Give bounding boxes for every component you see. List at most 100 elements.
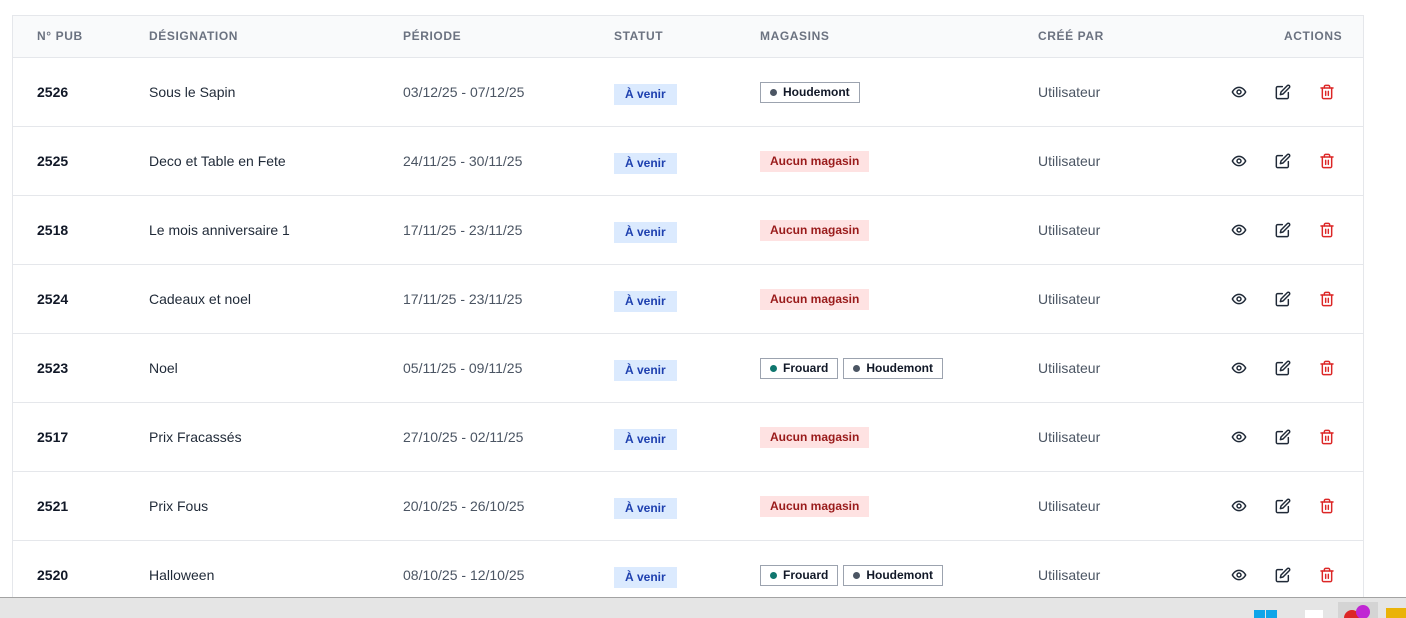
- status-cell: À venir: [614, 403, 677, 471]
- stores-cell: Frouard Houdemont: [760, 334, 943, 402]
- edit-button[interactable]: [1261, 145, 1305, 177]
- no-store-badge: Aucun magasin: [760, 150, 870, 172]
- delete-button[interactable]: [1305, 421, 1349, 453]
- store-chip: Houdemont: [843, 564, 943, 586]
- pub-number: 2517: [37, 429, 69, 445]
- table-row[interactable]: 2521 Prix Fous 20/10/25 - 26/10/25 À ven…: [13, 472, 1363, 541]
- delete-button[interactable]: [1305, 352, 1349, 384]
- store-dot-icon: [853, 364, 861, 372]
- status-badge: À venir: [614, 566, 677, 588]
- status-cell: À venir: [614, 127, 677, 195]
- stores-cell: Aucun magasin: [760, 265, 870, 333]
- row-actions: [1217, 334, 1349, 402]
- store-dot-icon: [770, 364, 777, 372]
- designation: Deco et Table en Fete: [149, 153, 286, 169]
- folder-icon[interactable]: [1386, 606, 1406, 618]
- view-button[interactable]: [1217, 283, 1261, 315]
- delete-button[interactable]: [1305, 490, 1349, 522]
- status-badge: À venir: [614, 428, 677, 450]
- pub-number: 2518: [37, 222, 69, 238]
- table-row[interactable]: 2526 Sous le Sapin 03/12/25 - 07/12/25 À…: [13, 58, 1363, 127]
- trash-icon: [1319, 498, 1335, 514]
- status-cell: À venir: [614, 472, 677, 540]
- status-badge: À venir: [614, 290, 677, 312]
- period: 24/11/25 - 30/11/25: [403, 153, 523, 169]
- edit-icon: [1275, 291, 1291, 307]
- store-chip: Frouard: [760, 564, 839, 586]
- edit-icon: [1275, 429, 1291, 445]
- status-badge: À venir: [614, 221, 677, 243]
- taskbar-profile-icon[interactable]: [1338, 602, 1378, 618]
- status-cell: À venir: [614, 265, 677, 333]
- delete-button[interactable]: [1305, 559, 1349, 591]
- stores-cell: Aucun magasin: [760, 196, 870, 264]
- eye-icon: [1231, 567, 1247, 583]
- edit-icon: [1275, 222, 1291, 238]
- edit-button[interactable]: [1261, 490, 1305, 522]
- trash-icon: [1319, 429, 1335, 445]
- view-button[interactable]: [1217, 352, 1261, 384]
- table-row[interactable]: 2518 Le mois anniversaire 1 17/11/25 - 2…: [13, 196, 1363, 265]
- eye-icon: [1231, 153, 1247, 169]
- store-dot-icon: [770, 571, 777, 579]
- table-row[interactable]: 2524 Cadeaux et noel 17/11/25 - 23/11/25…: [13, 265, 1363, 334]
- delete-button[interactable]: [1305, 145, 1349, 177]
- created-by: Utilisateur: [1038, 291, 1101, 307]
- edit-icon: [1275, 153, 1291, 169]
- header-status[interactable]: STATUT: [614, 16, 663, 57]
- edit-button[interactable]: [1261, 214, 1305, 246]
- eye-icon: [1231, 84, 1247, 100]
- period: 27/10/25 - 02/11/25: [403, 429, 524, 445]
- edit-button[interactable]: [1261, 283, 1305, 315]
- header-designation[interactable]: DÉSIGNATION: [149, 16, 238, 57]
- store-dot-icon: [853, 571, 861, 579]
- page-margin: [1364, 0, 1406, 597]
- table-row[interactable]: 2523 Noel 05/11/25 - 09/11/25 À venir Fr…: [13, 334, 1363, 403]
- row-actions: [1217, 127, 1349, 195]
- period: 05/11/25 - 09/11/25: [403, 360, 523, 376]
- edit-button[interactable]: [1261, 421, 1305, 453]
- header-stores[interactable]: MAGASINS: [760, 16, 829, 57]
- trash-icon: [1319, 360, 1335, 376]
- table-row[interactable]: 2517 Prix Fracassés 27/10/25 - 02/11/25 …: [13, 403, 1363, 472]
- store-chip: Frouard: [760, 357, 839, 379]
- trash-icon: [1319, 84, 1335, 100]
- period: 17/11/25 - 23/11/25: [403, 222, 523, 238]
- stores-cell: Aucun magasin: [760, 127, 870, 195]
- header-created-by[interactable]: CRÉÉ PAR: [1038, 16, 1104, 57]
- os-taskbar: [0, 597, 1406, 618]
- period: 17/11/25 - 23/11/25: [403, 291, 523, 307]
- delete-button[interactable]: [1305, 283, 1349, 315]
- eye-icon: [1231, 222, 1247, 238]
- created-by: Utilisateur: [1038, 360, 1101, 376]
- no-store-badge: Aucun magasin: [760, 288, 870, 310]
- view-button[interactable]: [1217, 421, 1261, 453]
- view-button[interactable]: [1217, 559, 1261, 591]
- delete-button[interactable]: [1305, 214, 1349, 246]
- eye-icon: [1231, 360, 1247, 376]
- view-button[interactable]: [1217, 490, 1261, 522]
- view-button[interactable]: [1217, 76, 1261, 108]
- table-row[interactable]: 2525 Deco et Table en Fete 24/11/25 - 30…: [13, 127, 1363, 196]
- store-chip: Houdemont: [843, 357, 943, 379]
- pub-number: 2521: [37, 498, 69, 514]
- no-store-badge: Aucun magasin: [760, 495, 870, 517]
- status-badge: À venir: [614, 497, 677, 519]
- row-actions: [1217, 472, 1349, 540]
- edit-button[interactable]: [1261, 76, 1305, 108]
- view-button[interactable]: [1217, 145, 1261, 177]
- edit-button[interactable]: [1261, 352, 1305, 384]
- trash-icon: [1319, 153, 1335, 169]
- stores-cell: Aucun magasin: [760, 403, 870, 471]
- eye-icon: [1231, 498, 1247, 514]
- header-period[interactable]: PÉRIODE: [403, 16, 461, 57]
- status-cell: À venir: [614, 196, 677, 264]
- edit-button[interactable]: [1261, 559, 1305, 591]
- delete-button[interactable]: [1305, 76, 1349, 108]
- designation: Cadeaux et noel: [149, 291, 251, 307]
- view-button[interactable]: [1217, 214, 1261, 246]
- no-store-badge: Aucun magasin: [760, 426, 870, 448]
- pub-number: 2524: [37, 291, 69, 307]
- header-num[interactable]: N° PUB: [37, 16, 83, 57]
- status-badge: À venir: [614, 152, 677, 174]
